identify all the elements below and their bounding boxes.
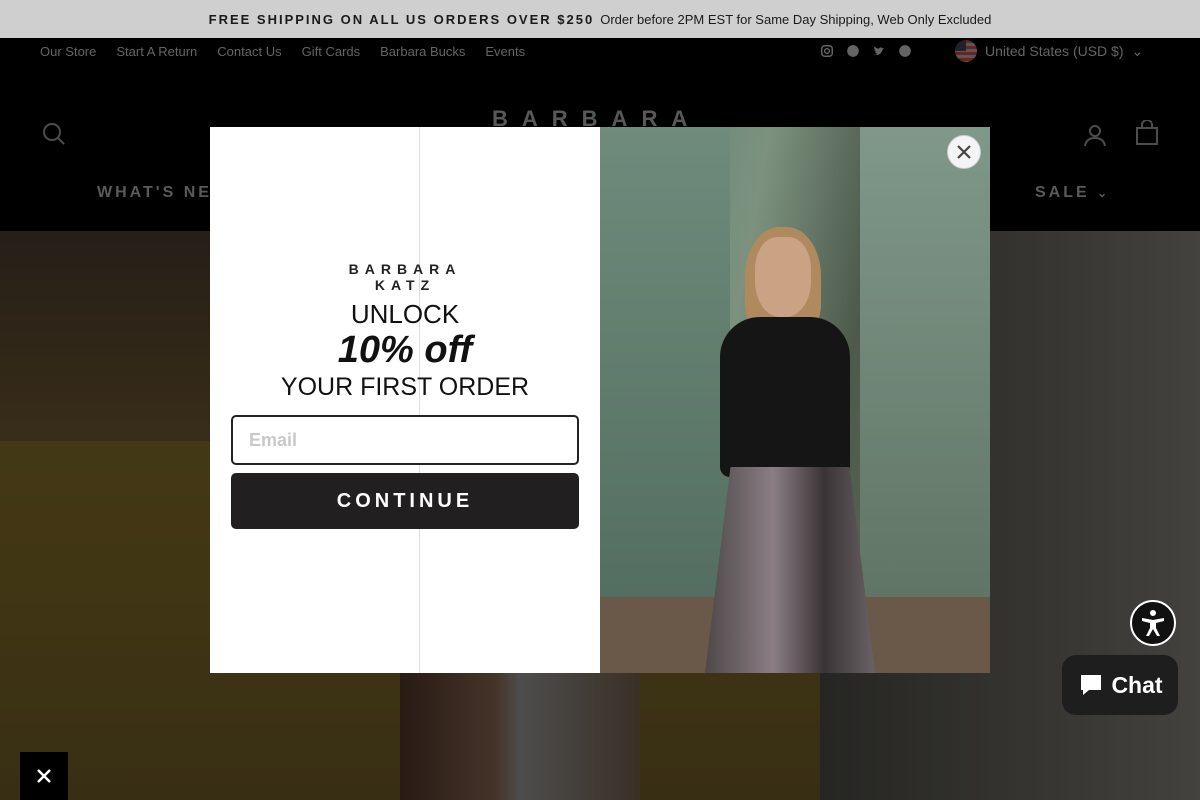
announcement-bar: FREE SHIPPING ON ALL US ORDERS OVER $250… <box>0 0 1200 38</box>
continue-button[interactable]: CONTINUE <box>231 473 579 529</box>
door-right-image <box>860 127 990 673</box>
chat-label: Chat <box>1111 671 1163 698</box>
announcement-bold: FREE SHIPPING ON ALL US ORDERS OVER $250 <box>208 11 595 27</box>
discount-popup: BARBARA KATZ UNLOCK 10% off YOUR FIRST O… <box>210 127 990 673</box>
accessibility-button[interactable] <box>1130 600 1176 646</box>
model-head <box>755 237 811 317</box>
close-icon <box>957 145 971 159</box>
dismiss-button[interactable] <box>20 752 68 800</box>
close-icon <box>37 769 51 783</box>
popup-first-order-text: YOUR FIRST ORDER <box>280 373 530 401</box>
door-left-image <box>600 127 730 673</box>
popup-close-button[interactable] <box>947 135 981 169</box>
model-fur-jacket <box>720 317 850 477</box>
email-field[interactable] <box>231 415 579 465</box>
popup-logo-line1: BARBARA <box>348 261 462 277</box>
popup-unlock-text: UNLOCK <box>350 299 460 329</box>
accessibility-icon <box>1142 610 1164 636</box>
announcement-text: Order before 2PM EST for Same Day Shippi… <box>600 11 992 27</box>
chat-button[interactable]: Chat <box>1062 655 1178 715</box>
model-skirt <box>705 467 875 673</box>
popup-offer-text: 10% off <box>337 329 473 371</box>
popup-model-image <box>600 127 990 673</box>
popup-form-panel: BARBARA KATZ UNLOCK 10% off YOUR FIRST O… <box>210 127 600 673</box>
chat-bubble-icon <box>1081 675 1102 695</box>
popup-logo-line2: KATZ <box>374 277 436 293</box>
popup-logo: BARBARA KATZ <box>210 261 600 293</box>
